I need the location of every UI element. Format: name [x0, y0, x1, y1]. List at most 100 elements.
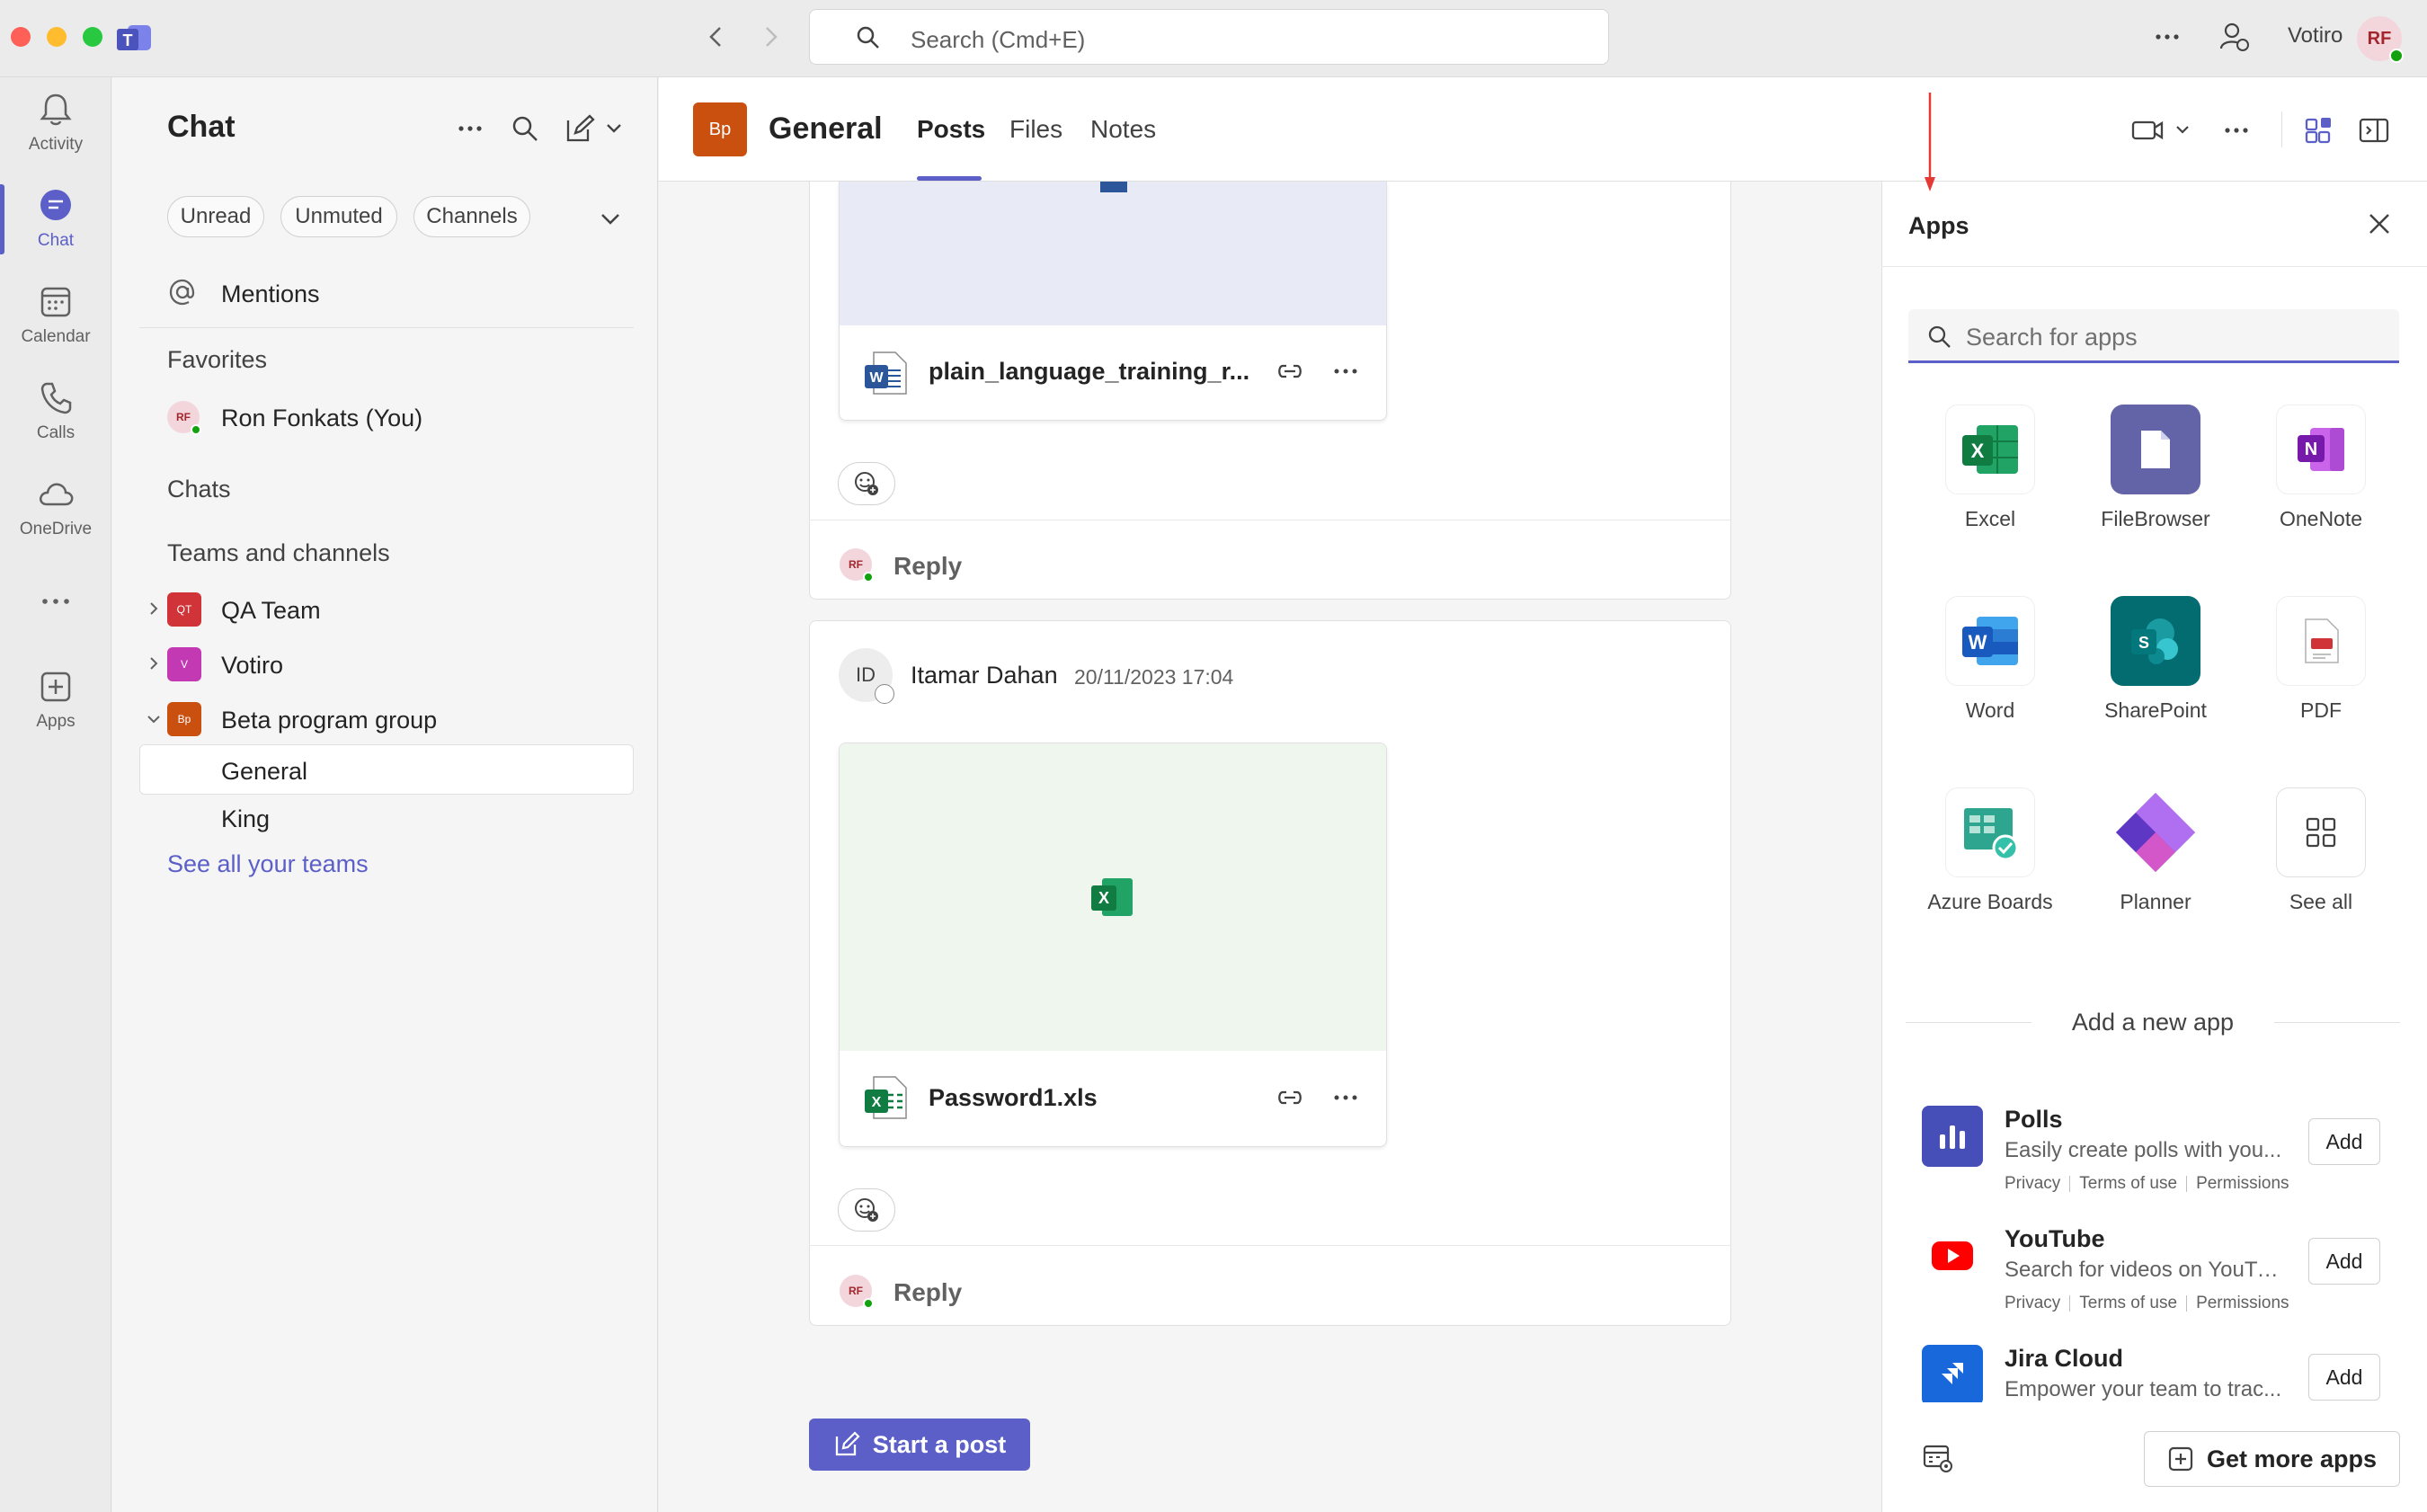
- video-call-icon[interactable]: [2130, 115, 2193, 146]
- add-new-app-heading: Add a new app: [2071, 1009, 2235, 1036]
- rail-item-chat[interactable]: Chat: [0, 186, 111, 276]
- word-preview-icon: [1100, 182, 1127, 192]
- divider: [2281, 111, 2282, 147]
- app-tile-azure-boards[interactable]: Azure Boards: [1909, 787, 2071, 915]
- chevron-right-icon[interactable]: [144, 654, 164, 673]
- add-reaction-button[interactable]: [838, 1188, 895, 1232]
- app-tile-filebrowser[interactable]: FileBrowser: [2075, 405, 2236, 532]
- filter-chip-channels[interactable]: Channels: [413, 196, 530, 237]
- app-tile-see-all[interactable]: See all: [2240, 787, 2402, 915]
- minimize-window-button[interactable]: [47, 27, 67, 47]
- post-author[interactable]: Itamar Dahan: [911, 662, 1058, 689]
- filter-expand-chevron-icon[interactable]: [597, 205, 624, 232]
- filter-chip-unmuted[interactable]: Unmuted: [280, 196, 397, 237]
- polls-icon: [1922, 1106, 1983, 1167]
- file-more-options-icon[interactable]: [1330, 1084, 1361, 1111]
- file-name[interactable]: plain_language_training_r...: [929, 358, 1252, 386]
- store-item-youtube[interactable]: YouTube Search for videos on YouTu... Pr…: [1922, 1225, 2407, 1342]
- teams-heading[interactable]: Teams and channels: [167, 539, 390, 567]
- store-item-jira[interactable]: Jira Cloud Empower your team to trac... …: [1922, 1345, 2407, 1402]
- add-app-icon: [36, 667, 76, 707]
- add-reaction-button[interactable]: [838, 462, 895, 505]
- privacy-link[interactable]: Privacy: [2005, 1174, 2060, 1193]
- tab-posts[interactable]: Posts: [917, 115, 985, 144]
- link-separator: [2069, 1294, 2071, 1312]
- author-avatar[interactable]: ID: [839, 648, 894, 704]
- svg-text:X: X: [1971, 440, 1985, 462]
- planner-icon: [2111, 787, 2200, 877]
- channel-item-general[interactable]: General: [221, 758, 307, 786]
- reply-button[interactable]: Reply: [893, 1278, 962, 1307]
- filter-chip-unread[interactable]: Unread: [167, 196, 264, 237]
- terms-link[interactable]: Terms of use: [2079, 1174, 2177, 1193]
- more-apps-icon[interactable]: [36, 588, 76, 615]
- add-jira-button[interactable]: Add: [2308, 1354, 2380, 1401]
- teams-logo-icon: T: [115, 20, 155, 56]
- channel-item-general-selected[interactable]: [139, 744, 634, 795]
- new-chat-icon[interactable]: [565, 113, 626, 144]
- add-youtube-button[interactable]: Add: [2308, 1238, 2380, 1285]
- org-name[interactable]: Votiro: [2288, 23, 2343, 49]
- mentions-item[interactable]: Mentions: [221, 280, 320, 308]
- side-panel-toggle-icon[interactable]: [2358, 115, 2390, 146]
- terms-link[interactable]: Terms of use: [2079, 1294, 2177, 1312]
- chats-heading[interactable]: Chats: [167, 476, 231, 503]
- apps-panel-toggle-icon[interactable]: [2304, 115, 2334, 146]
- app-label: PDF: [2300, 698, 2342, 722]
- file-name[interactable]: Password1.xls: [929, 1084, 1252, 1112]
- see-all-teams-link[interactable]: See all your teams: [167, 850, 369, 878]
- channel-more-options-icon[interactable]: [2220, 117, 2253, 144]
- permissions-link[interactable]: Permissions: [2196, 1294, 2289, 1312]
- copy-link-icon[interactable]: [1275, 358, 1305, 385]
- app-tile-pdf[interactable]: PDF: [2240, 596, 2402, 724]
- copy-link-icon[interactable]: [1275, 1084, 1305, 1111]
- back-arrow-icon[interactable]: [703, 23, 730, 50]
- reply-button[interactable]: Reply: [893, 552, 962, 581]
- link-separator: [2186, 1294, 2188, 1312]
- rail-item-apps[interactable]: Apps: [0, 667, 111, 757]
- more-options-icon[interactable]: [454, 115, 486, 142]
- team-item-beta[interactable]: Beta program group: [221, 707, 437, 734]
- search-icon: [855, 24, 882, 51]
- permissions-link[interactable]: Permissions: [2196, 1174, 2289, 1193]
- maximize-window-button[interactable]: [83, 27, 102, 47]
- favorites-heading[interactable]: Favorites: [167, 346, 267, 374]
- user-avatar[interactable]: RF: [2357, 16, 2404, 63]
- app-tile-excel[interactable]: X Excel: [1909, 405, 2071, 532]
- team-item-qa[interactable]: QA Team: [221, 597, 321, 625]
- presence-status-icon[interactable]: [2218, 20, 2250, 52]
- start-post-button[interactable]: Start a post: [809, 1419, 1030, 1471]
- chevron-down-icon[interactable]: [144, 709, 164, 729]
- rail-item-onedrive[interactable]: OneDrive: [0, 475, 111, 565]
- rail-label: OneDrive: [19, 520, 93, 538]
- rail-item-activity[interactable]: Activity: [0, 90, 111, 180]
- rail-item-calls[interactable]: Calls: [0, 378, 111, 468]
- close-icon[interactable]: [2364, 209, 2395, 239]
- apps-search-input[interactable]: Search for apps: [1908, 309, 2399, 363]
- store-item-polls[interactable]: Polls Easily create polls with you... Pr…: [1922, 1106, 2407, 1223]
- filebrowser-icon: [2111, 405, 2200, 494]
- tab-notes[interactable]: Notes: [1090, 115, 1156, 144]
- app-tile-sharepoint[interactable]: S SharePoint: [2075, 596, 2236, 724]
- app-tile-planner[interactable]: Planner: [2075, 787, 2236, 915]
- chevron-right-icon[interactable]: [144, 599, 164, 618]
- add-polls-button[interactable]: Add: [2308, 1118, 2380, 1165]
- app-tile-word[interactable]: W Word: [1909, 596, 2071, 724]
- file-more-options-icon[interactable]: [1330, 358, 1361, 385]
- forward-arrow-icon[interactable]: [757, 23, 784, 50]
- privacy-link[interactable]: Privacy: [2005, 1294, 2060, 1312]
- close-window-button[interactable]: [11, 27, 31, 47]
- phone-icon: [36, 378, 76, 418]
- app-tile-onenote[interactable]: N OneNote: [2240, 405, 2402, 532]
- tab-files[interactable]: Files: [1009, 115, 1062, 144]
- chat-search-icon[interactable]: [511, 114, 539, 143]
- get-more-apps-button[interactable]: Get more apps: [2144, 1431, 2400, 1487]
- favorite-chat-item[interactable]: Ron Fonkats (You): [221, 405, 422, 432]
- team-item-votiro[interactable]: Votiro: [221, 652, 283, 680]
- channel-item-king[interactable]: King: [221, 805, 270, 833]
- more-options-icon[interactable]: [2151, 23, 2183, 50]
- svg-text:T: T: [123, 31, 133, 49]
- global-search-input[interactable]: Search (Cmd+E): [809, 9, 1609, 65]
- rail-item-calendar[interactable]: Calendar: [0, 282, 111, 372]
- manage-apps-icon[interactable]: [1922, 1442, 1954, 1474]
